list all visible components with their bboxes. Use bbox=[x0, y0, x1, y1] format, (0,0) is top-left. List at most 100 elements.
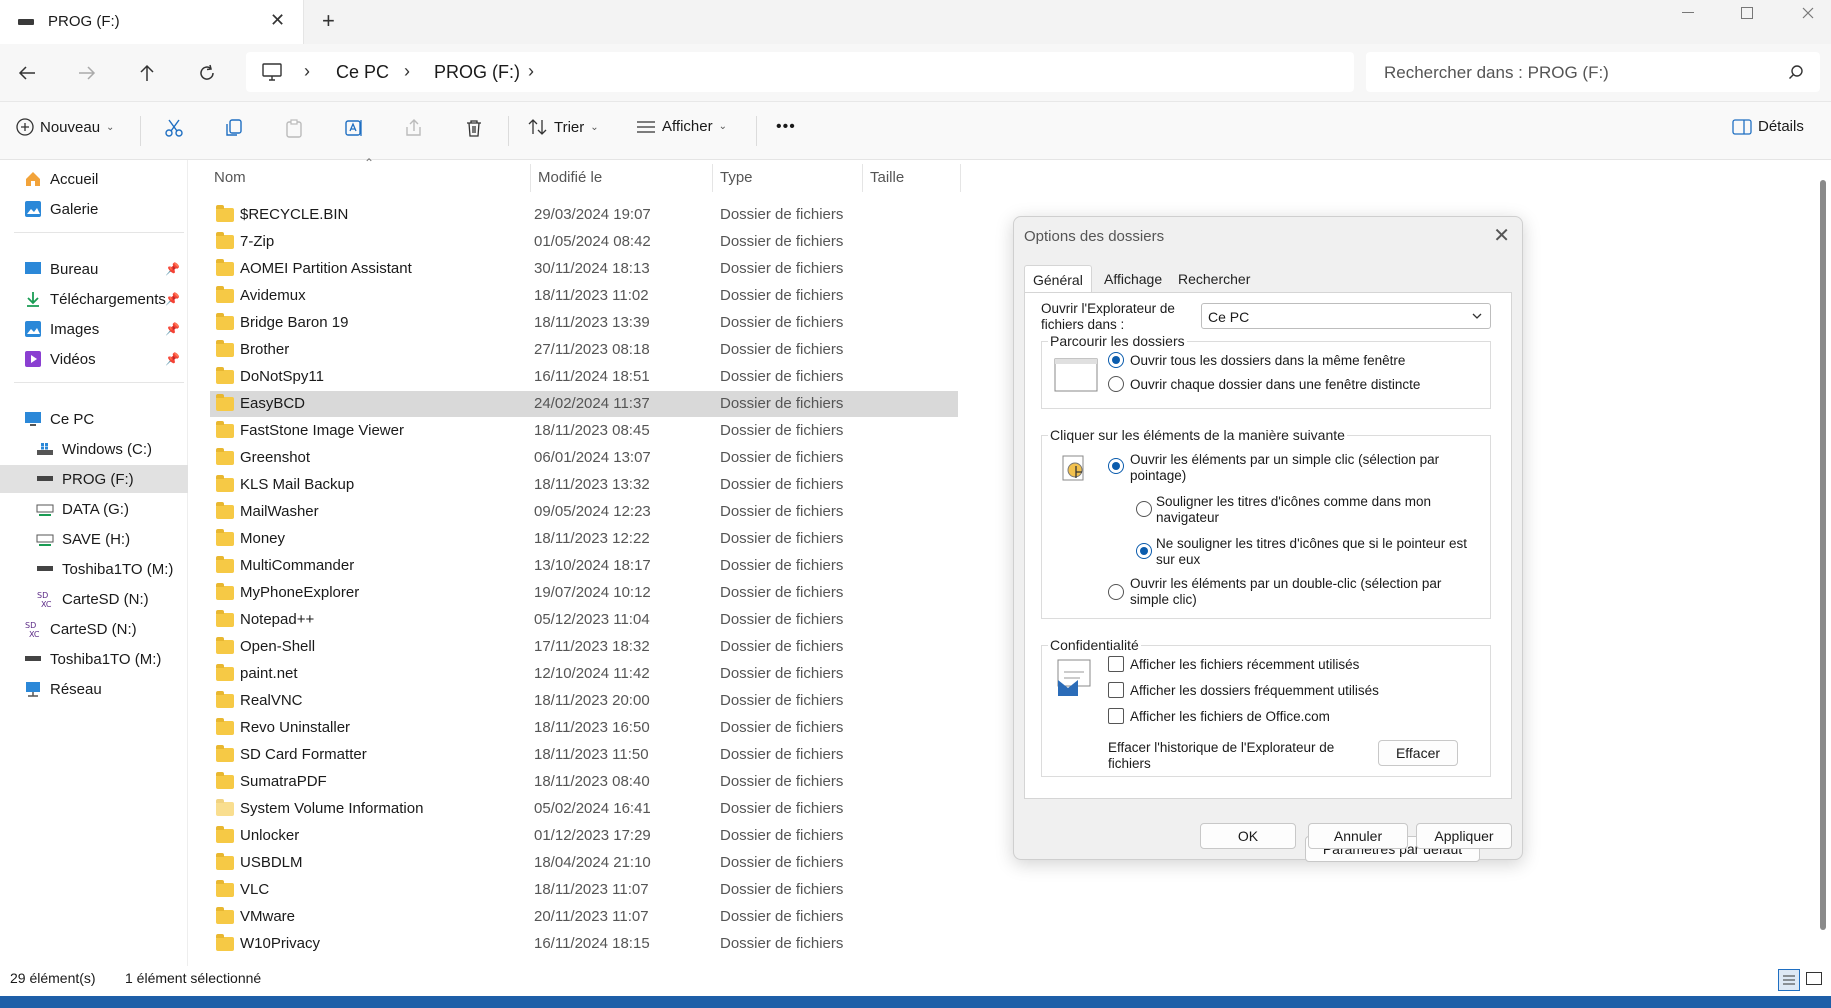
maximize-button[interactable] bbox=[1724, 0, 1770, 26]
column-divider[interactable] bbox=[530, 164, 531, 192]
tab-rechercher[interactable]: Rechercher bbox=[1170, 265, 1258, 293]
tab-prog-f[interactable]: PROG (F:) ✕ bbox=[0, 0, 304, 44]
sidebar-item-toshiba-m[interactable]: Toshiba1TO (M:) bbox=[0, 555, 188, 583]
list-item[interactable]: Greenshot 06/01/2024 13:07 Dossier de fich… bbox=[210, 445, 958, 471]
sidebar-item-galerie[interactable]: Galerie bbox=[0, 195, 188, 223]
pin-icon[interactable]: 📌 bbox=[165, 292, 180, 306]
list-item[interactable]: MailWasher 09/05/2024 12:23 Dossier de fic… bbox=[210, 499, 958, 525]
sidebar-item-windows-c[interactable]: Windows (C:) bbox=[0, 435, 188, 463]
view-button[interactable]: Afficher ⌄ bbox=[636, 118, 727, 135]
column-header-type[interactable]: Type bbox=[720, 160, 753, 194]
breadcrumb-ce-pc[interactable]: Ce PC bbox=[336, 62, 389, 83]
recent-files-checkbox[interactable] bbox=[1108, 656, 1124, 672]
sidebar-item-ce-pc[interactable]: Ce PC bbox=[0, 405, 188, 433]
tab-affichage[interactable]: Affichage bbox=[1096, 265, 1170, 293]
list-item[interactable]: AOMEI Partition Assistant 30/11/2024 18:1… bbox=[210, 256, 958, 282]
up-button[interactable] bbox=[132, 58, 162, 88]
sidebar-item-toshiba-m-root[interactable]: Toshiba1TO (M:) bbox=[0, 645, 188, 673]
list-item[interactable]: MultiCommander 13/10/2024 18:17 Dossier de… bbox=[210, 553, 958, 579]
list-item[interactable]: VMware 20/11/2023 11:07 Dossier de fichier… bbox=[210, 904, 958, 930]
radio-underline-hover[interactable] bbox=[1136, 543, 1152, 559]
radio-separate-window[interactable] bbox=[1108, 376, 1124, 392]
column-divider[interactable] bbox=[712, 164, 713, 192]
minimize-button[interactable] bbox=[1665, 0, 1711, 26]
sidebar-item-save-h[interactable]: SAVE (H:) bbox=[0, 525, 188, 553]
sort-button[interactable]: Trier ⌄ bbox=[528, 118, 599, 136]
radio-same-window[interactable] bbox=[1108, 352, 1124, 368]
sidebar-item-reseau[interactable]: Réseau bbox=[0, 675, 188, 703]
radio-underline-browser[interactable] bbox=[1136, 501, 1152, 517]
copy-button[interactable] bbox=[224, 118, 244, 138]
list-item[interactable]: RealVNC 18/11/2023 20:00 Dossier de fichie… bbox=[210, 688, 958, 714]
open-in-select[interactable]: Ce PC bbox=[1201, 303, 1491, 329]
list-item[interactable]: Bridge Baron 19 18/11/2023 13:39 Dossier d… bbox=[210, 310, 958, 336]
pin-icon[interactable]: 📌 bbox=[165, 322, 180, 336]
close-tab-icon[interactable]: ✕ bbox=[270, 10, 285, 31]
back-button[interactable] bbox=[12, 58, 42, 88]
ok-button[interactable]: OK bbox=[1200, 823, 1296, 849]
address-bar[interactable]: › Ce PC › PROG (F:) › bbox=[246, 52, 1354, 92]
sidebar-item-cartesd-n-root[interactable]: SD XC CarteSD (N:) bbox=[0, 615, 188, 643]
column-divider[interactable] bbox=[960, 164, 961, 192]
cancel-button[interactable]: Annuler bbox=[1308, 823, 1408, 849]
list-item[interactable]: Open-Shell 17/11/2023 18:32 Dossier de fic… bbox=[210, 634, 958, 660]
more-options-button[interactable]: ••• bbox=[776, 118, 796, 136]
refresh-button[interactable] bbox=[192, 58, 222, 88]
list-item[interactable]: paint.net 12/10/2024 11:42 Dossier de fich… bbox=[210, 661, 958, 687]
sidebar-item-cartesd-n[interactable]: SD XC CarteSD (N:) bbox=[0, 585, 188, 613]
list-item[interactable]: Notepad++ 05/12/2023 11:04 Dossier de fich… bbox=[210, 607, 958, 633]
list-item[interactable]: VLC 18/11/2023 11:07 Dossier de fichiers bbox=[210, 877, 958, 903]
radio-double-click[interactable] bbox=[1108, 584, 1124, 600]
frequent-folders-checkbox[interactable] bbox=[1108, 682, 1124, 698]
column-header-name[interactable]: Nom bbox=[214, 160, 246, 194]
list-item[interactable]: Revo Uninstaller 18/11/2023 16:50 Dossier … bbox=[210, 715, 958, 741]
breadcrumb-prog[interactable]: PROG (F:) bbox=[434, 62, 520, 83]
list-item[interactable]: KLS Mail Backup 18/11/2023 13:32 Dossier d… bbox=[210, 472, 958, 498]
sidebar-item-telechargements[interactable]: Téléchargements 📌 bbox=[0, 285, 188, 313]
close-window-button[interactable] bbox=[1785, 0, 1831, 26]
list-item[interactable]: Brother 27/11/2023 08:18 Dossier de fichie… bbox=[210, 337, 958, 363]
delete-button[interactable] bbox=[464, 118, 484, 138]
rename-button[interactable] bbox=[344, 118, 364, 138]
radio-single-click[interactable] bbox=[1108, 458, 1124, 474]
new-button[interactable]: Nouveau ⌄ bbox=[16, 118, 114, 136]
cut-button[interactable] bbox=[164, 118, 184, 138]
chevron-right-icon[interactable]: › bbox=[528, 61, 534, 82]
vertical-scrollbar[interactable] bbox=[1820, 180, 1826, 930]
list-item[interactable]: FastStone Image Viewer 18/11/2023 08:45 Do… bbox=[210, 418, 958, 444]
sidebar-item-videos[interactable]: Vidéos 📌 bbox=[0, 345, 188, 373]
list-item[interactable]: System Volume Information 05/02/2024 16:4… bbox=[210, 796, 958, 822]
apply-button[interactable]: Appliquer bbox=[1416, 823, 1512, 849]
list-item[interactable]: W10Privacy 16/11/2024 18:15 Dossier de fic… bbox=[210, 931, 958, 957]
clear-button[interactable]: Effacer bbox=[1378, 740, 1458, 766]
list-item[interactable]: SumatraPDF 18/11/2023 08:40 Dossier de fic… bbox=[210, 769, 958, 795]
sidebar-item-bureau[interactable]: Bureau 📌 bbox=[0, 255, 188, 283]
dialog-close-icon[interactable]: ✕ bbox=[1493, 223, 1510, 248]
office-files-checkbox[interactable] bbox=[1108, 708, 1124, 724]
details-pane-button[interactable]: Détails bbox=[1732, 118, 1804, 135]
list-item[interactable]: MyPhoneExplorer 19/07/2024 10:12 Dossier d… bbox=[210, 580, 958, 606]
list-item[interactable]: USBDLM 18/04/2024 21:10 Dossier de fichier… bbox=[210, 850, 958, 876]
sidebar-item-data-g[interactable]: DATA (G:) bbox=[0, 495, 188, 523]
list-item[interactable]: DoNotSpy11 16/11/2024 18:51 Dossier de fic… bbox=[210, 364, 958, 390]
search-input[interactable]: Rechercher dans : PROG (F:) bbox=[1366, 52, 1820, 92]
column-divider[interactable] bbox=[862, 164, 863, 192]
sidebar-item-prog-f[interactable]: PROG (F:) bbox=[0, 465, 188, 493]
column-header-modified[interactable]: Modifié le bbox=[538, 160, 602, 194]
list-item[interactable]: Unlocker 01/12/2023 17:29 Dossier de fichi… bbox=[210, 823, 958, 849]
paste-button[interactable] bbox=[284, 118, 304, 138]
list-item[interactable]: $RECYCLE.BIN 29/03/2024 19:07 Dossier de f… bbox=[210, 202, 958, 228]
tab-general[interactable]: Général bbox=[1024, 265, 1092, 293]
list-item-selected[interactable]: EasyBCD 24/02/2024 11:37 Dossier de fichie… bbox=[210, 391, 958, 417]
list-item[interactable]: Money 18/11/2023 12:22 Dossier de fichiers bbox=[210, 526, 958, 552]
sidebar-item-images[interactable]: Images 📌 bbox=[0, 315, 188, 343]
list-item[interactable]: SD Card Formatter 18/11/2023 11:50 Dossier… bbox=[210, 742, 958, 768]
pin-icon[interactable]: 📌 bbox=[165, 352, 180, 366]
list-item[interactable]: 7-Zip 01/05/2024 08:42 Dossier de fichiers bbox=[210, 229, 958, 255]
share-button[interactable] bbox=[404, 118, 424, 138]
forward-button[interactable] bbox=[72, 58, 102, 88]
pin-icon[interactable]: 📌 bbox=[165, 262, 180, 276]
sidebar-item-accueil[interactable]: Accueil bbox=[0, 165, 188, 193]
new-tab-button[interactable]: + bbox=[322, 8, 335, 34]
column-header-size[interactable]: Taille bbox=[870, 160, 904, 194]
